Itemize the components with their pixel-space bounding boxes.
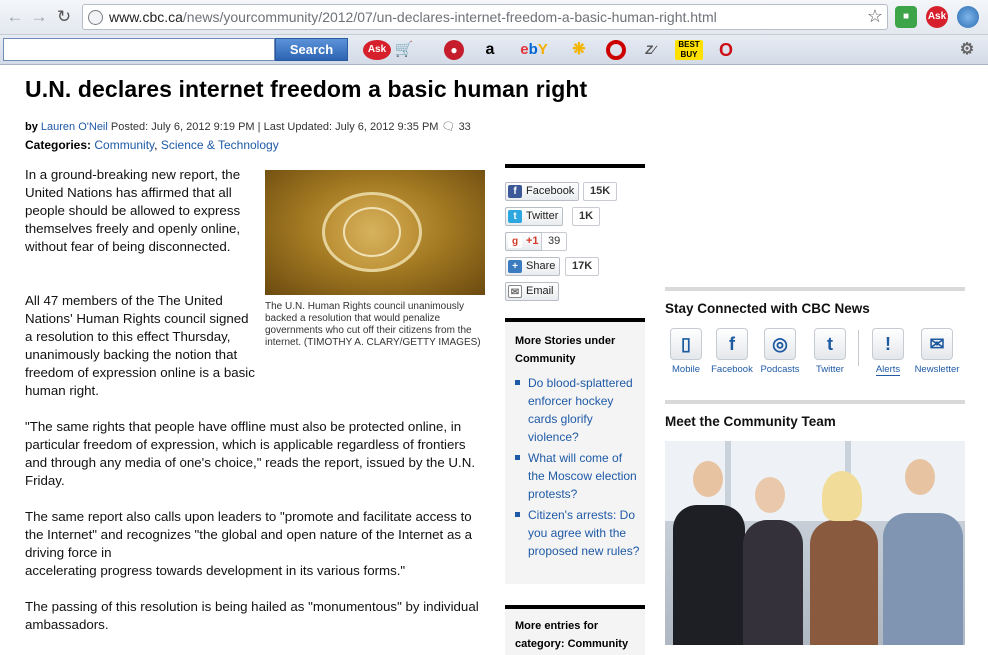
person-1	[673, 505, 745, 645]
byline-by-label: by	[25, 121, 38, 133]
amazon-icon[interactable]: a	[480, 40, 500, 60]
categories-label: Categories:	[25, 138, 92, 152]
article-page: U.N. declares internet freedom a basic h…	[0, 66, 988, 655]
category-link-community[interactable]: Community	[94, 138, 154, 152]
list-item[interactable]: What will come of the Moscow election pr…	[515, 449, 640, 503]
comment-icon[interactable]: 🗨	[442, 121, 456, 133]
paragraph-3: "The same rights that people have offlin…	[25, 419, 476, 488]
ask-extension-icon[interactable]: Ask	[926, 6, 948, 28]
twitter-bird-icon: t	[814, 328, 846, 360]
categories: Categories: Community, Science & Technol…	[25, 138, 279, 152]
more-stories-heading: More Stories under Community	[515, 335, 616, 365]
share-count: 17K	[565, 257, 600, 276]
podcasts-link[interactable]: ◎ Podcasts	[755, 328, 805, 375]
paragraph-4: The same report also calls upon leaders …	[25, 509, 473, 578]
newsletter-envelope-icon: ✉	[921, 328, 953, 360]
community-team-photo	[665, 441, 965, 645]
mobile-icon: ▯	[670, 328, 702, 360]
gplus-count: 39	[541, 232, 568, 251]
zappos-icon[interactable]: Z∕	[640, 40, 660, 60]
gplus-button[interactable]: g +1	[505, 232, 544, 251]
target-icon[interactable]	[606, 40, 626, 60]
walmart-icon[interactable]: ❋	[568, 40, 590, 60]
paragraph-5: The passing of this resolution is being …	[25, 599, 479, 632]
back-icon[interactable]: ←	[4, 6, 26, 28]
author-link[interactable]: Lauren O'Neil	[41, 121, 108, 133]
team-heading: Meet the Community Team	[665, 414, 836, 429]
url-text: www.cbc.ca/news/yourcommunity/2012/07/un…	[109, 9, 717, 25]
list-item[interactable]: Do blood-splattered enforcer hockey card…	[515, 374, 640, 446]
ask-logo-icon[interactable]: Ask	[363, 40, 391, 60]
un-emblem-icon	[322, 192, 422, 272]
best-buy-icon[interactable]: BEST BUY	[675, 40, 703, 60]
byline: by Lauren O'Neil Posted: July 6, 2012 9:…	[25, 121, 471, 133]
share-button[interactable]: + Share	[505, 257, 561, 276]
facebook-share-button[interactable]: f Facebook	[505, 182, 580, 201]
facebook-icon: f	[716, 328, 748, 360]
twitter-share-button[interactable]: t Twitter	[505, 207, 564, 226]
photo-caption: The U.N. Human Rights council unanimousl…	[265, 301, 481, 348]
settings-gear-icon[interactable]: ⚙	[952, 40, 982, 60]
more-stories-box: More Stories under Community Do blood-sp…	[505, 318, 645, 584]
person-3	[810, 520, 878, 645]
podcast-icon: ◎	[764, 328, 796, 360]
twitter-link[interactable]: t Twitter	[805, 328, 855, 375]
comment-count[interactable]: 33	[459, 121, 471, 133]
mobile-link[interactable]: ▯ Mobile	[661, 328, 711, 375]
envelope-icon: ✉	[508, 285, 522, 298]
ask-toolbar: Search Ask 🛒 ● a ebY ❋ Z∕ BEST BUY O ⚙	[0, 35, 988, 65]
address-bar[interactable]: www.cbc.ca/news/yourcommunity/2012/07/un…	[82, 4, 888, 30]
toolbar-search-input[interactable]	[3, 38, 275, 61]
paragraph-2: All 47 members of the The United Nations…	[25, 293, 255, 398]
article-title: U.N. declares internet freedom a basic h…	[25, 76, 588, 102]
person-4	[883, 513, 963, 645]
plus-icon: +	[508, 260, 522, 273]
toolbar-search-button[interactable]: Search	[275, 38, 348, 61]
forward-icon[interactable]: →	[28, 6, 50, 28]
posted-date: Posted: July 6, 2012 9:19 PM	[110, 121, 255, 133]
cart-icon[interactable]: 🛒	[394, 40, 414, 60]
sidebar-divider	[665, 400, 965, 404]
alerts-link[interactable]: ! Alerts	[863, 328, 913, 376]
person-2	[743, 520, 803, 645]
more-stories-list: Do blood-splattered enforcer hockey card…	[515, 374, 640, 563]
email-button[interactable]: ✉ Email	[505, 282, 559, 301]
reload-icon[interactable]: ↻	[53, 6, 75, 28]
more-entries-heading: More entries for category: Community	[515, 620, 629, 650]
alert-icon: !	[872, 328, 904, 360]
extension-icon[interactable]: ■	[895, 6, 917, 28]
ebay-icon[interactable]: ebY	[515, 40, 553, 60]
list-item[interactable]: Citizen's arrests: Do you agree with the…	[515, 506, 640, 560]
sidebar-links-divider	[858, 330, 859, 366]
sidebar-divider	[665, 287, 965, 291]
page-icon	[88, 10, 103, 25]
more-entries-box: More entries for category: Community	[505, 605, 645, 655]
bookmark-star-icon[interactable]: ☆	[867, 6, 883, 27]
updated-date: Last Updated: July 6, 2012 9:35 PM	[263, 121, 439, 133]
twitter-icon: t	[508, 210, 522, 223]
newsletter-link[interactable]: ✉ Newsletter	[912, 328, 962, 375]
browser-chrome: ← → ↻ www.cbc.ca/news/yourcommunity/2012…	[0, 0, 988, 35]
opera-icon[interactable]: O	[716, 40, 736, 60]
share-divider	[505, 164, 645, 168]
facebook-count: 15K	[583, 182, 618, 201]
paragraph-1: In a ground-breaking new report, the Uni…	[25, 167, 241, 254]
stay-connected-heading: Stay Connected with CBC News	[665, 301, 870, 316]
facebook-link[interactable]: f Facebook	[707, 328, 757, 375]
un-emblem-photo	[265, 170, 485, 295]
facebook-icon: f	[508, 185, 522, 198]
globe-extension-icon[interactable]	[957, 6, 979, 28]
twitter-count: 1K	[572, 207, 601, 226]
red-bookmark-icon[interactable]: ●	[444, 40, 464, 60]
gplus-icon: g	[508, 235, 522, 248]
category-link-science[interactable]: Science & Technology	[161, 138, 279, 152]
